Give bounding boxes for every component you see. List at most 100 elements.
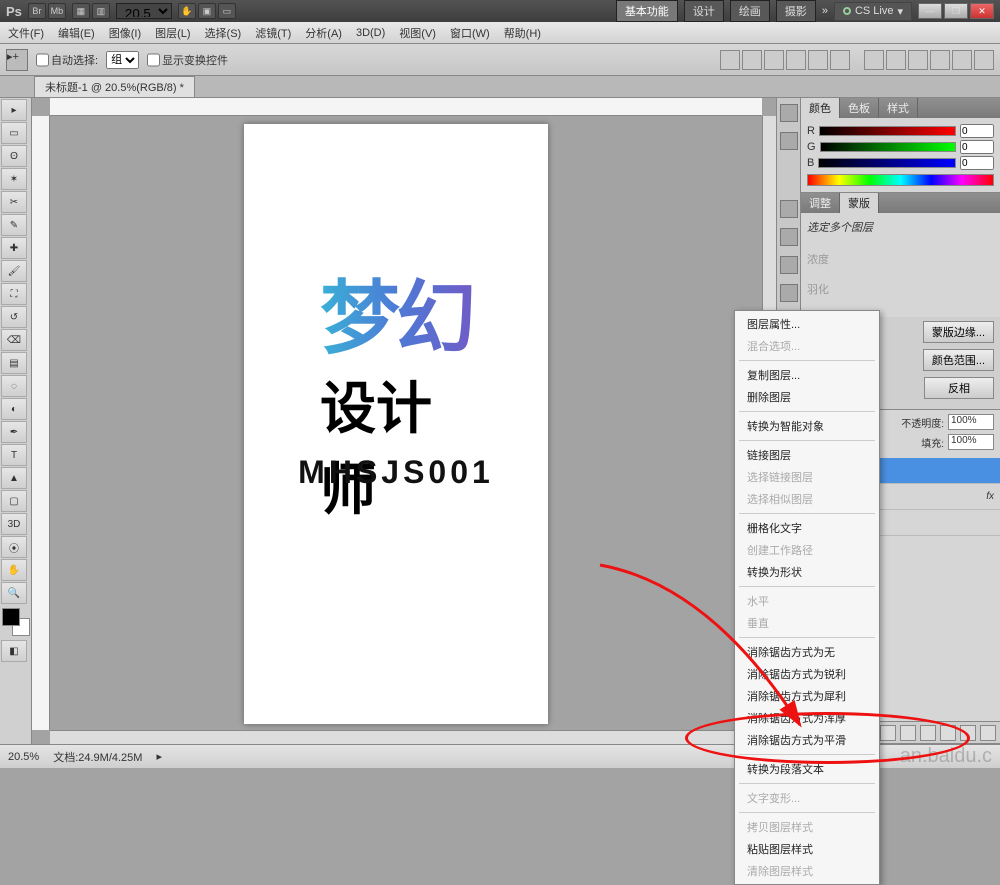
input-g[interactable] [960, 140, 994, 154]
color-range-button[interactable]: 颜色范围... [923, 349, 994, 371]
gradient-tool[interactable]: ▤ [1, 352, 27, 374]
status-docsize[interactable]: 文档:24.9M/4.25M [53, 749, 142, 765]
menu-select[interactable]: 选择(S) [205, 25, 242, 41]
new-layer-icon[interactable] [960, 725, 976, 741]
menu-analysis[interactable]: 分析(A) [305, 25, 342, 41]
marquee-tool[interactable]: ▭ [1, 122, 27, 144]
menu-filter[interactable]: 滤镜(T) [255, 25, 291, 41]
mask-edge-button[interactable]: 蒙版边缘... [923, 321, 994, 343]
slider-r[interactable] [819, 126, 956, 136]
window-close[interactable]: ✕ [970, 3, 994, 19]
menu-edit[interactable]: 编辑(E) [58, 25, 95, 41]
tab-color[interactable]: 颜色 [801, 98, 840, 118]
bridge-icon[interactable]: Br [28, 3, 46, 19]
status-zoom[interactable]: 20.5% [8, 751, 39, 763]
workspace-essentials[interactable]: 基本功能 [616, 0, 678, 22]
tab-adjustments[interactable]: 调整 [801, 193, 840, 213]
stamp-tool[interactable]: ⛶ [1, 283, 27, 305]
layer-style-icon[interactable] [900, 725, 916, 741]
distribute-icon[interactable] [974, 50, 994, 70]
screen-mode-icon[interactable]: ▭ [218, 3, 236, 19]
align-icon[interactable] [830, 50, 850, 70]
quickmask-tool[interactable]: ◧ [1, 640, 27, 662]
fill-value[interactable]: 100% [948, 434, 994, 450]
ctx-item[interactable]: 消除锯齿方式为锐利 [735, 663, 879, 685]
color-picker[interactable] [2, 608, 30, 636]
heal-tool[interactable]: ✚ [1, 237, 27, 259]
workspace-more-icon[interactable]: » [822, 5, 828, 17]
align-icon[interactable] [786, 50, 806, 70]
cslive-button[interactable]: CS Live ▾ [834, 2, 912, 21]
menu-help[interactable]: 帮助(H) [504, 25, 541, 41]
history-icon[interactable] [780, 104, 798, 122]
shape-tool[interactable]: ▢ [1, 490, 27, 512]
path-sel-tool[interactable]: ▲ [1, 467, 27, 489]
menu-window[interactable]: 窗口(W) [450, 25, 490, 41]
document-canvas[interactable]: 梦幻 设计师 MHSJS001 [244, 124, 548, 724]
menu-3d[interactable]: 3D(D) [356, 27, 385, 39]
zoom-select[interactable]: 20.5 [116, 3, 172, 19]
crop-tool[interactable]: ✂ [1, 191, 27, 213]
ctx-item[interactable]: 消除锯齿方式为无 [735, 641, 879, 663]
ctx-item[interactable]: 删除图层 [735, 386, 879, 408]
link-layer-icon[interactable] [880, 725, 896, 741]
ctx-item[interactable]: 复制图层... [735, 364, 879, 386]
slider-b[interactable] [818, 158, 956, 168]
window-restore[interactable]: ❐ [944, 3, 968, 19]
input-b[interactable] [960, 156, 994, 170]
workspace-photo[interactable]: 摄影 [776, 0, 816, 22]
brushes-icon[interactable] [780, 200, 798, 218]
input-r[interactable] [960, 124, 994, 138]
view-extras-icon[interactable]: ▦ [72, 3, 90, 19]
distribute-icon[interactable] [930, 50, 950, 70]
eraser-tool[interactable]: ⌫ [1, 329, 27, 351]
ctx-item[interactable]: 转换为段落文本 [735, 758, 879, 780]
distribute-icon[interactable] [952, 50, 972, 70]
actions-icon[interactable] [780, 132, 798, 150]
hand-icon[interactable]: ✋ [178, 3, 196, 19]
align-icon[interactable] [720, 50, 740, 70]
menu-view[interactable]: 视图(V) [399, 25, 436, 41]
pen-tool[interactable]: ✒ [1, 421, 27, 443]
document-tab[interactable]: 未标题-1 @ 20.5%(RGB/8) * [34, 76, 195, 97]
menu-file[interactable]: 文件(F) [8, 25, 44, 41]
minibridge-icon[interactable]: Mb [48, 3, 66, 19]
3dcam-tool[interactable]: ⦿ [1, 536, 27, 558]
new-group-icon[interactable] [940, 725, 956, 741]
scrollbar-horizontal[interactable] [50, 730, 776, 744]
slider-g[interactable] [820, 142, 956, 152]
ctx-item[interactable]: 消除锯齿方式为浑厚 [735, 707, 879, 729]
ctx-item[interactable]: 消除锯齿方式为平滑 [735, 729, 879, 751]
brush-tool[interactable]: 🖌 [1, 260, 27, 282]
ctx-item[interactable]: 链接图层 [735, 444, 879, 466]
delete-layer-icon[interactable] [980, 725, 996, 741]
move-tool[interactable]: ▸ [1, 99, 27, 121]
align-icon[interactable] [764, 50, 784, 70]
zoom-tool[interactable]: 🔍 [1, 582, 27, 604]
tab-swatches[interactable]: 色板 [840, 98, 879, 118]
tab-masks[interactable]: 蒙版 [840, 193, 879, 213]
align-icon[interactable] [808, 50, 828, 70]
history-brush-tool[interactable]: ↺ [1, 306, 27, 328]
arrange-icon[interactable]: ▣ [198, 3, 216, 19]
ctx-item[interactable]: 消除锯齿方式为犀利 [735, 685, 879, 707]
ruler-vertical[interactable] [32, 116, 50, 730]
3d-tool[interactable]: 3D [1, 513, 27, 535]
hue-strip[interactable] [807, 174, 994, 186]
workspace-design[interactable]: 设计 [684, 0, 724, 22]
blur-tool[interactable]: ◌ [1, 375, 27, 397]
window-minimize[interactable]: — [918, 3, 942, 19]
dodge-tool[interactable]: ◐ [1, 398, 27, 420]
character-icon[interactable] [780, 256, 798, 274]
hand-tool[interactable]: ✋ [1, 559, 27, 581]
menu-image[interactable]: 图像(I) [109, 25, 141, 41]
ctx-item[interactable]: 图层属性... [735, 313, 879, 335]
ruler-horizontal[interactable] [50, 98, 762, 116]
clone-icon[interactable] [780, 228, 798, 246]
wand-tool[interactable]: ✶ [1, 168, 27, 190]
opacity-value[interactable]: 100% [948, 414, 994, 430]
ctx-item[interactable]: 栅格化文字 [735, 517, 879, 539]
lasso-tool[interactable]: ʘ [1, 145, 27, 167]
eyedrop-tool[interactable]: ✎ [1, 214, 27, 236]
paragraph-icon[interactable] [780, 284, 798, 302]
